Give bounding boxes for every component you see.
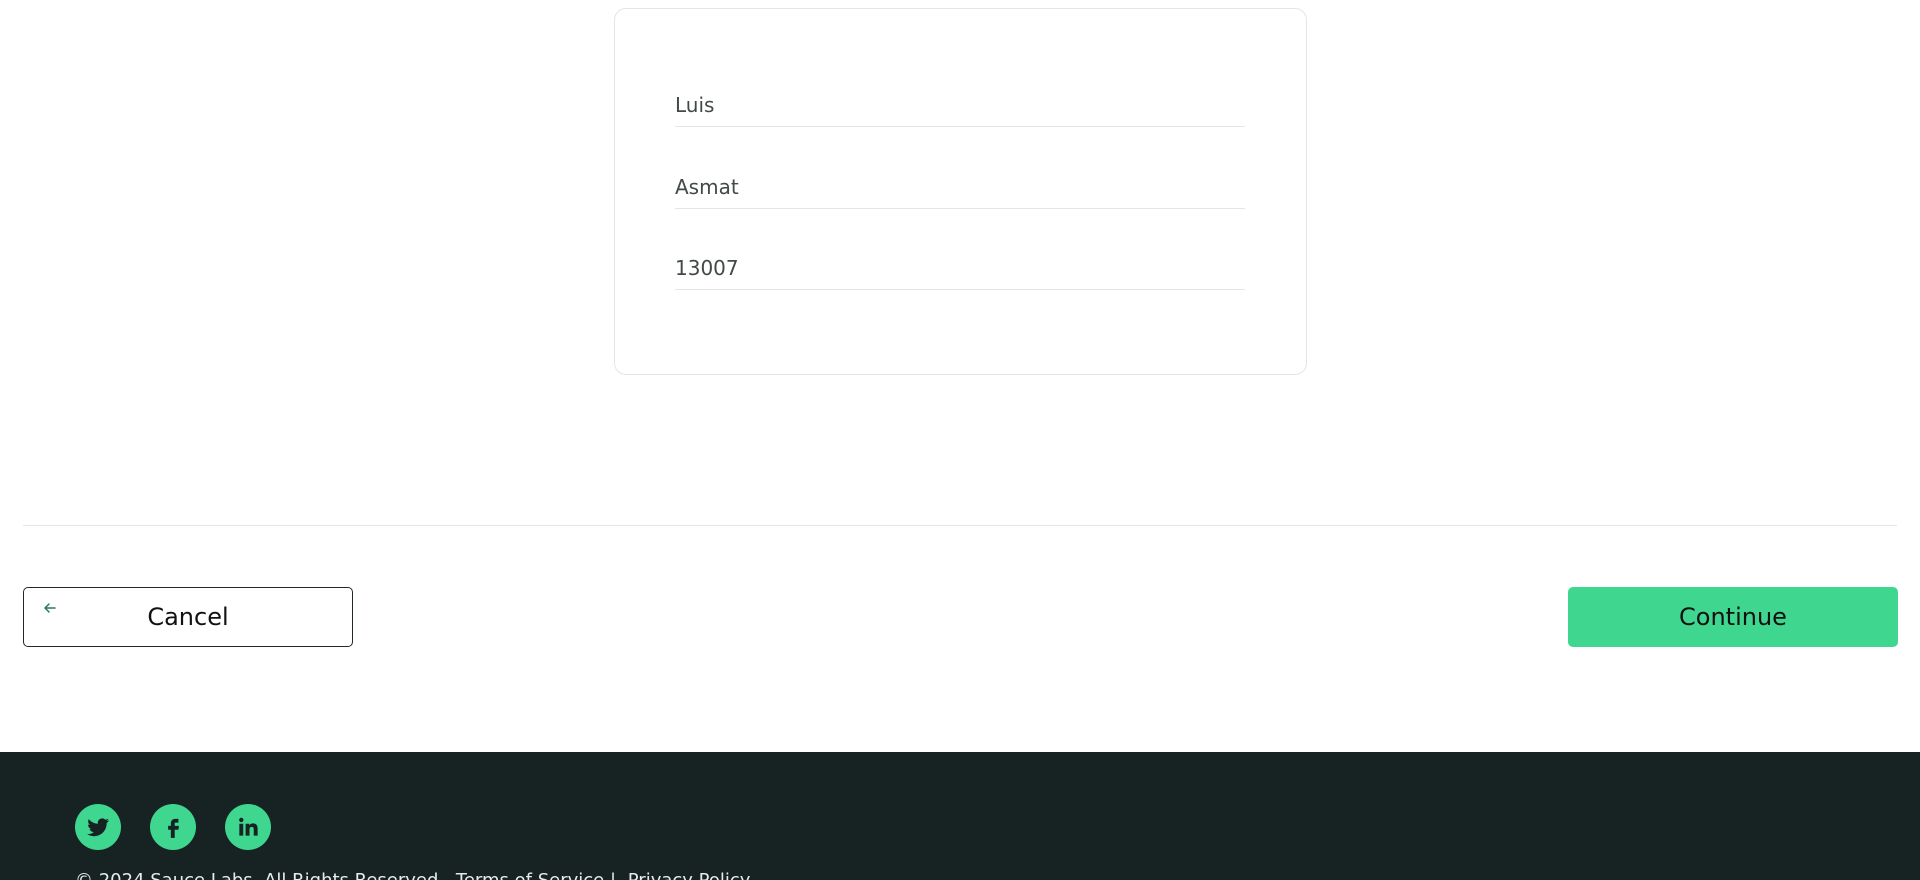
footer: © 2024 Sauce Labs. All Rights Reserved. … — [0, 752, 1920, 880]
continue-button-label: Continue — [1679, 603, 1787, 631]
postal-code-field — [675, 246, 1245, 290]
copyright-text: © 2024 Sauce Labs. All Rights Reserved. — [75, 870, 444, 880]
separator: | — [610, 870, 622, 880]
checkout-info-form — [614, 8, 1307, 375]
linkedin-link[interactable] — [225, 804, 271, 850]
last-name-field — [675, 165, 1245, 209]
cancel-button-label: Cancel — [147, 603, 229, 631]
cancel-button[interactable]: Cancel — [23, 587, 353, 647]
twitter-link[interactable] — [75, 804, 121, 850]
linkedin-icon — [239, 817, 258, 836]
twitter-icon — [87, 818, 109, 837]
arrow-left-icon — [44, 603, 56, 613]
privacy-link[interactable]: Privacy Policy — [628, 870, 751, 880]
first-name-input[interactable] — [675, 83, 1245, 126]
section-divider — [23, 525, 1897, 526]
facebook-link[interactable] — [150, 804, 196, 850]
footer-legal: © 2024 Sauce Labs. All Rights Reserved. … — [75, 870, 750, 880]
terms-link[interactable]: Terms of Service — [456, 870, 604, 880]
facebook-icon — [168, 818, 179, 838]
last-name-input[interactable] — [675, 165, 1245, 208]
continue-button[interactable]: Continue — [1568, 587, 1898, 647]
checkout-page: Cancel Continue © 2024 Sauce Labs. All R… — [0, 0, 1920, 880]
postal-code-input[interactable] — [675, 246, 1245, 289]
first-name-field — [675, 83, 1245, 127]
